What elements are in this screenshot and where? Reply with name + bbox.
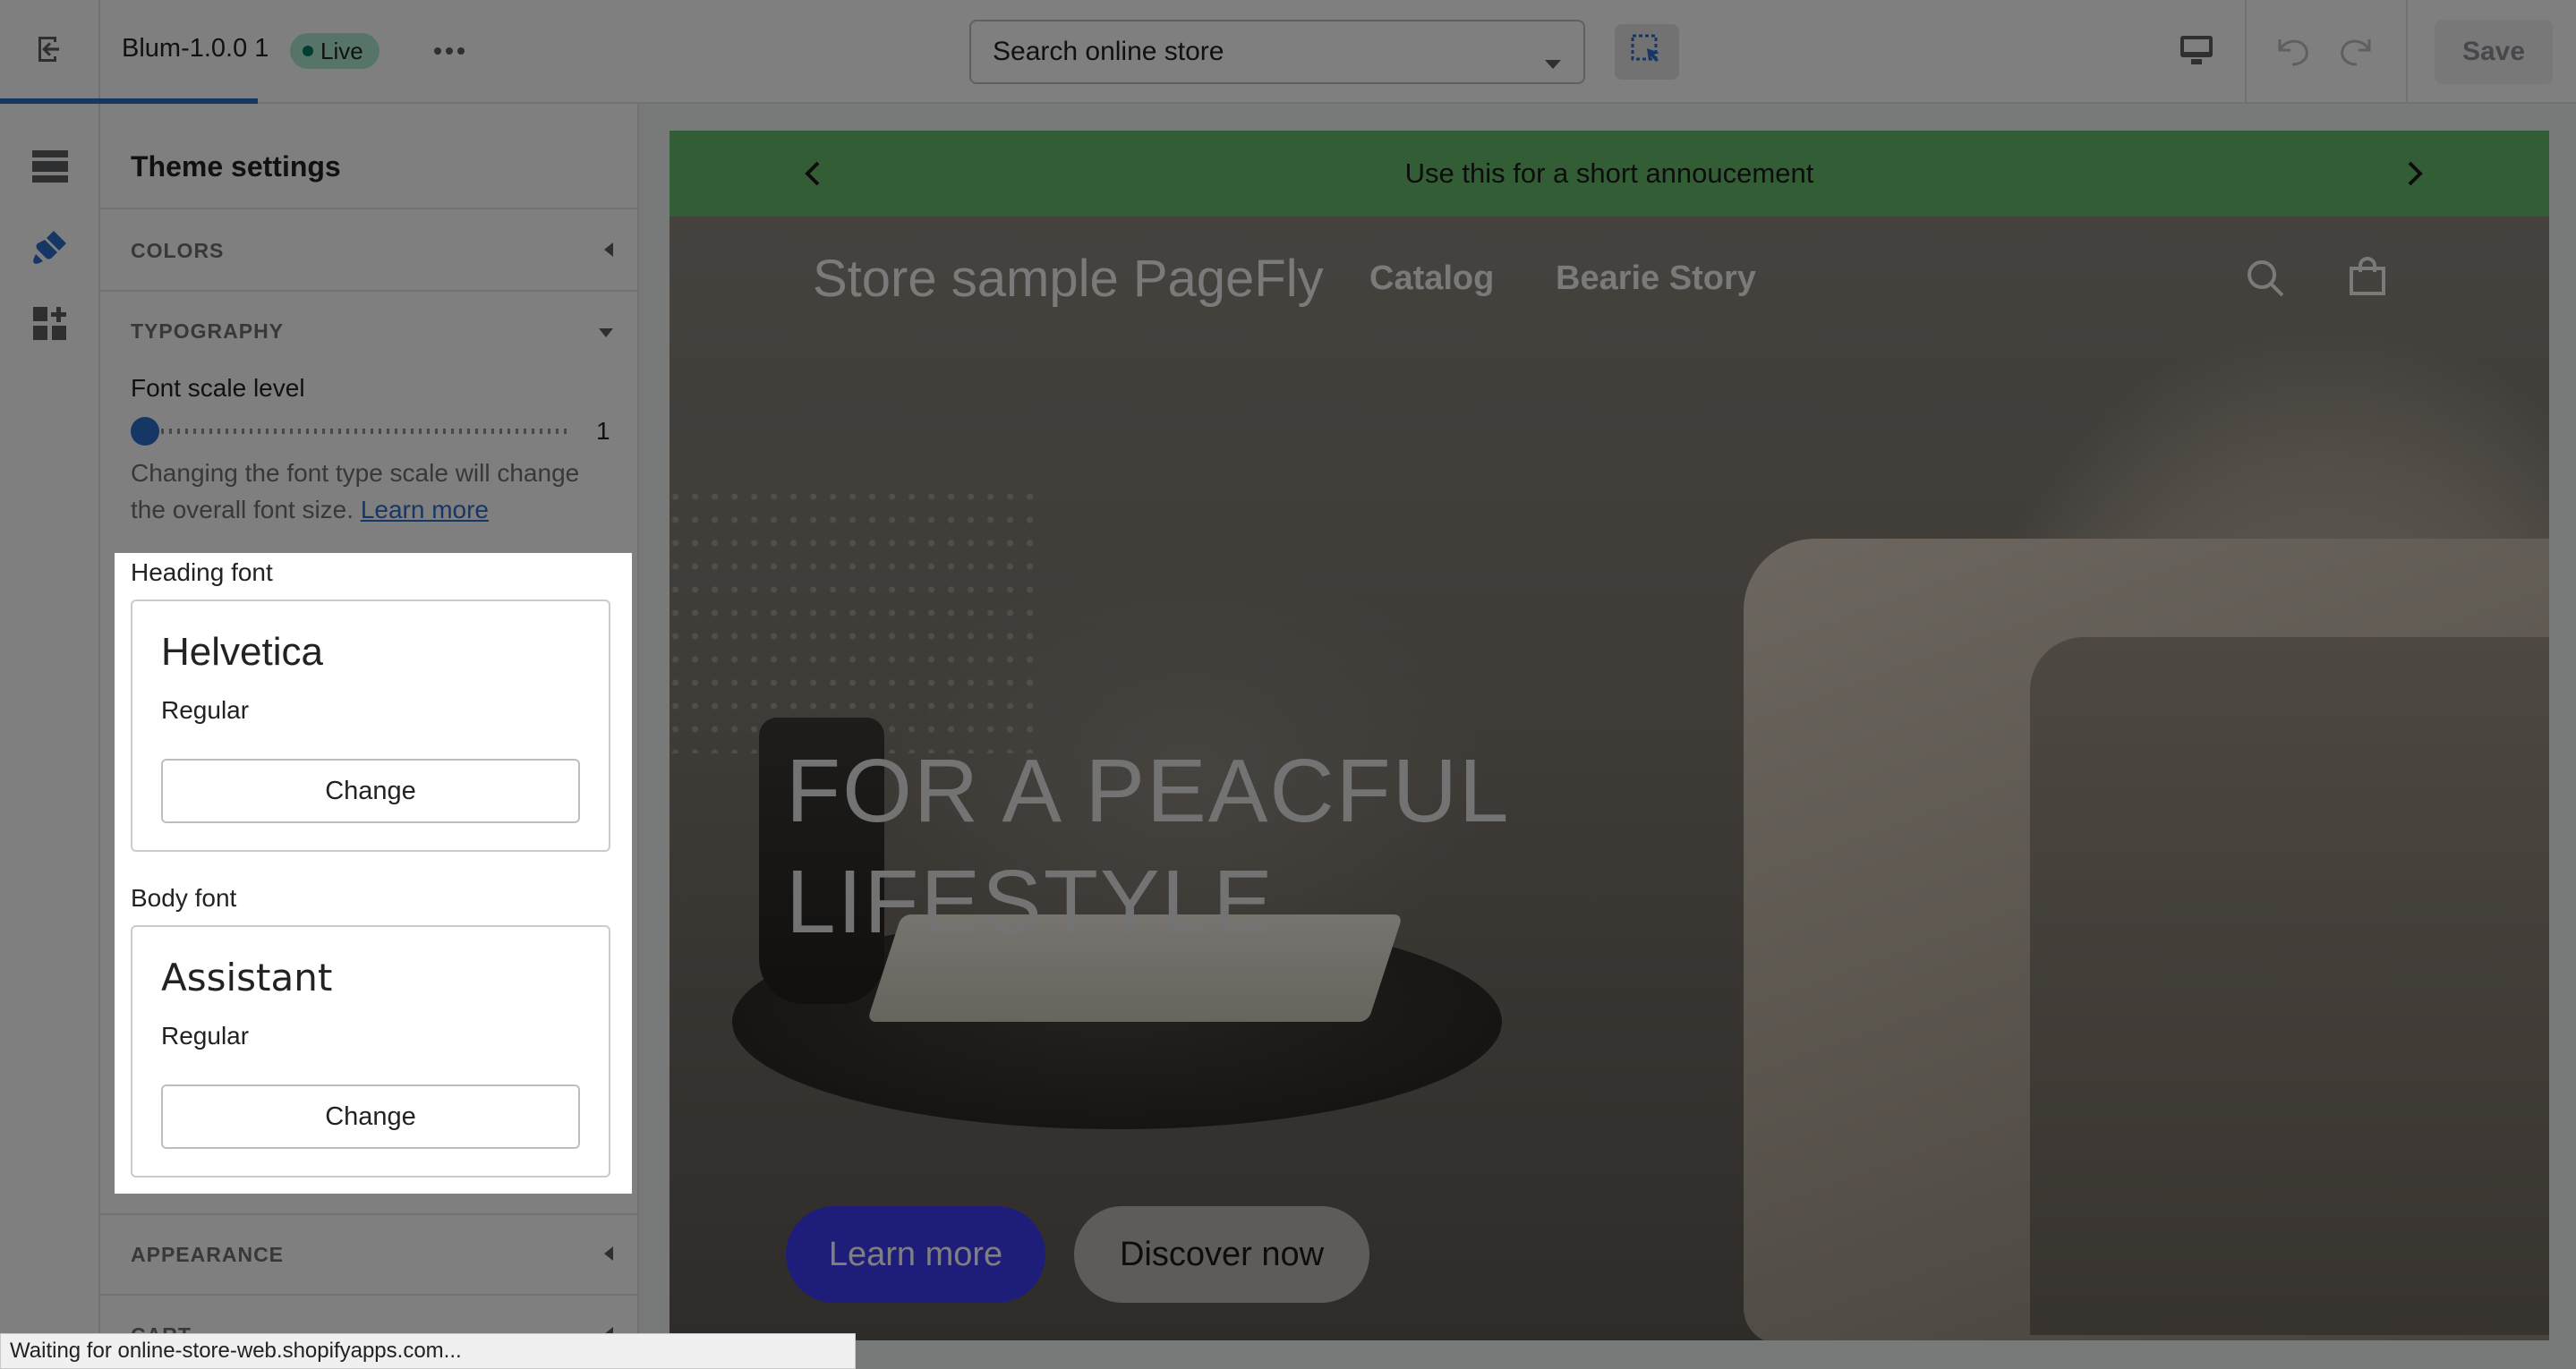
inspector-button[interactable]: [1615, 24, 1679, 80]
desktop-icon: [2179, 34, 2214, 71]
browser-status-bar: Waiting for online-store-web.shopifyapps…: [0, 1333, 856, 1369]
toolbar-divider: [2245, 0, 2247, 102]
rail-item-sections[interactable]: [21, 140, 79, 197]
nav-link-catalog[interactable]: Catalog: [1369, 259, 1494, 298]
chevron-down-icon: [598, 319, 614, 344]
chevron-right-icon[interactable]: [2397, 156, 2433, 191]
section-colors-header[interactable]: COLORS: [131, 233, 614, 268]
font-scale-slider-thumb[interactable]: [131, 417, 159, 446]
chevron-left-icon: [603, 1243, 614, 1267]
divider: [100, 1294, 637, 1296]
divider: [100, 1213, 637, 1215]
theme-name: Blum-1.0.0 1: [122, 34, 269, 63]
exit-icon: [31, 31, 67, 72]
page-select[interactable]: Search online store: [969, 20, 1585, 84]
announcement-bar: Use this for a short annoucement: [670, 131, 2549, 217]
rail-item-apps[interactable]: [21, 297, 79, 354]
redo-button[interactable]: [2331, 27, 2384, 77]
hero-image-branches: [670, 485, 1045, 753]
change-heading-font-button[interactable]: Change: [161, 759, 580, 823]
section-colors-label: COLORS: [131, 238, 225, 262]
rail-item-theme-settings[interactable]: [21, 220, 79, 277]
hero-banner: Store sample PageFly Catalog Bearie Stor…: [670, 217, 2549, 1340]
hero-title: FOR A PEACFUL LIFESTYLE: [786, 736, 1681, 957]
hero-image-sofa-arm: [2030, 637, 2549, 1335]
more-horizontal-icon: [433, 44, 465, 60]
hero-title-line-1: FOR A PEACFUL: [786, 741, 1511, 841]
section-typography-header[interactable]: TYPOGRAPHY: [131, 313, 614, 349]
font-scale-value: 1: [596, 417, 610, 445]
inspector-icon: [1629, 32, 1665, 72]
editor-topbar: Blum-1.0.0 1 Live Search online store Sa…: [0, 0, 2576, 104]
theme-settings-icon: [30, 227, 70, 271]
heading-font-name: Helvetica: [161, 630, 323, 674]
redo-icon: [2337, 32, 2378, 72]
store-logo[interactable]: Store sample PageFly: [813, 249, 1324, 309]
heading-font-style: Regular: [161, 696, 250, 724]
live-dot-icon: [303, 46, 313, 56]
store-preview: Use this for a short annoucement Store s…: [670, 131, 2549, 1340]
left-icon-rail: [0, 104, 100, 1369]
learn-more-button[interactable]: Learn more: [786, 1206, 1045, 1303]
section-typography-label: TYPOGRAPHY: [131, 319, 285, 343]
desktop-view-button[interactable]: [2168, 27, 2225, 77]
toolbar-divider: [2406, 0, 2408, 102]
font-scale-help-text: Changing the font type scale will change…: [131, 459, 580, 523]
section-appearance-header[interactable]: APPEARANCE: [131, 1237, 614, 1272]
status-badge: Live: [290, 33, 380, 69]
page-select-value: Search online store: [993, 37, 1224, 66]
font-scale-help: Changing the font type scale will change…: [131, 455, 614, 528]
undo-button[interactable]: [2265, 27, 2318, 77]
save-button[interactable]: Save: [2435, 20, 2553, 84]
search-icon[interactable]: [2245, 258, 2286, 299]
change-body-font-button[interactable]: Change: [161, 1084, 580, 1149]
body-font-name: Assistant: [161, 956, 333, 999]
chevron-down-icon: [1544, 47, 1562, 77]
divider: [100, 290, 637, 292]
exit-button[interactable]: [0, 0, 100, 102]
undo-icon: [2271, 32, 2312, 72]
announcement-text: Use this for a short annoucement: [1404, 157, 1814, 189]
heading-font-label: Heading font: [131, 558, 273, 586]
apps-icon: [32, 306, 68, 346]
font-scale-label: Font scale level: [131, 374, 305, 402]
discover-now-button[interactable]: Discover now: [1074, 1206, 1369, 1303]
more-actions-button[interactable]: [430, 34, 469, 70]
panel-title: Theme settings: [131, 150, 341, 183]
nav-link-bearie-story[interactable]: Bearie Story: [1556, 259, 1756, 298]
status-badge-label: Live: [320, 37, 363, 64]
body-font-card: Assistant Regular Change: [131, 925, 610, 1178]
font-scale-slider-track[interactable]: [145, 429, 571, 434]
font-picker-spotlight: Heading font Helvetica Regular Change Bo…: [115, 553, 632, 1194]
cart-bag-icon[interactable]: [2347, 256, 2388, 297]
body-font-style: Regular: [161, 1022, 250, 1050]
chevron-left-icon: [603, 239, 614, 263]
learn-more-link[interactable]: Learn more: [361, 496, 489, 523]
hero-title-line-2: LIFESTYLE: [786, 852, 1275, 952]
section-appearance-label: APPEARANCE: [131, 1242, 285, 1266]
sections-icon: [31, 149, 69, 188]
chevron-left-icon[interactable]: [795, 156, 831, 191]
body-font-label: Body font: [131, 884, 237, 912]
divider: [100, 208, 637, 209]
heading-font-card: Helvetica Regular Change: [131, 599, 610, 852]
